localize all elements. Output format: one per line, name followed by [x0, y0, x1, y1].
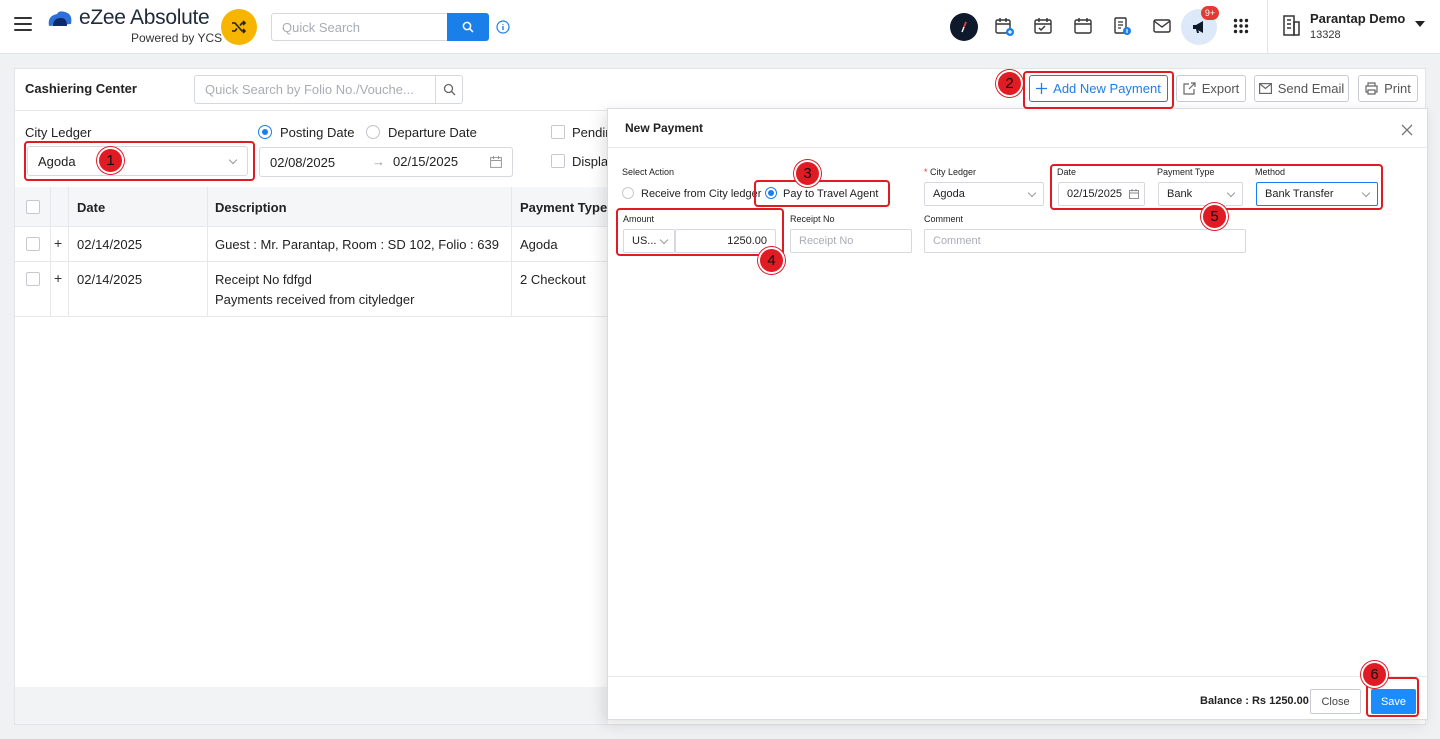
- date-to: 02/15/2025: [393, 154, 459, 169]
- row-checkbox[interactable]: [26, 237, 40, 251]
- row-date: 02/14/2025: [77, 272, 143, 287]
- send-email-button[interactable]: Send Email: [1254, 75, 1349, 102]
- shuffle-icon[interactable]: [221, 9, 257, 45]
- receipt-no-label: Receipt No: [790, 214, 835, 224]
- column-divider: [68, 187, 69, 317]
- modal-city-ledger-label: * City Ledger: [924, 167, 977, 177]
- app-logo-title: eZee Absolute: [79, 6, 210, 29]
- arrow-right-icon: →: [372, 154, 385, 169]
- app-logo-subtitle: Powered by YCS: [131, 31, 223, 45]
- invoice-icon[interactable]: [1111, 15, 1133, 37]
- step-badge-3: 3: [794, 160, 821, 187]
- modal-city-ledger-select[interactable]: Agoda: [924, 182, 1044, 206]
- hamburger-menu-icon[interactable]: [14, 17, 32, 31]
- expand-row-icon[interactable]: +: [54, 235, 62, 251]
- search-icon: [462, 21, 474, 33]
- send-email-label: Send Email: [1277, 81, 1345, 96]
- folio-search-input[interactable]: [194, 75, 436, 104]
- column-divider: [511, 187, 512, 317]
- select-action-label: Select Action: [622, 167, 675, 177]
- printer-icon: [1365, 82, 1378, 95]
- modal-title: New Payment: [625, 121, 704, 135]
- notification-badge: 9+: [1201, 6, 1219, 20]
- calendar-icon[interactable]: [1072, 15, 1094, 37]
- calendar-icon: [490, 156, 502, 168]
- mail-icon[interactable]: [1151, 15, 1173, 37]
- expand-row-icon[interactable]: +: [54, 270, 62, 286]
- posting-date-label: Posting Date: [280, 125, 355, 140]
- ezee-logo-icon: [45, 8, 75, 30]
- modal-header-divider: [608, 147, 1427, 148]
- modal-city-ledger-value: Agoda: [933, 188, 965, 200]
- departure-date-radio[interactable]: [366, 125, 380, 139]
- balance-text: Balance : Rs 1250.00: [1200, 695, 1309, 707]
- modal-footer-divider: [608, 676, 1427, 677]
- calendar-check-icon[interactable]: [1032, 15, 1054, 37]
- row-checkbox[interactable]: [26, 272, 40, 286]
- mail-icon: [1258, 83, 1272, 94]
- compass-icon[interactable]: [950, 13, 978, 41]
- search-button[interactable]: [447, 13, 489, 41]
- close-button[interactable]: Close: [1310, 689, 1361, 714]
- table-footer: [15, 687, 608, 724]
- column-date[interactable]: Date: [77, 200, 105, 215]
- step-badge-5: 5: [1201, 203, 1228, 230]
- column-divider: [207, 187, 208, 317]
- column-payment-type[interactable]: Payment Type: [520, 200, 607, 215]
- row-description-line-2: Payments received from cityledger: [215, 292, 415, 307]
- property-name: Parantap Demo: [1310, 11, 1406, 26]
- step-badge-6: 6: [1361, 661, 1388, 688]
- pending-checkbox[interactable]: [551, 125, 565, 139]
- comment-input[interactable]: [924, 229, 1246, 253]
- chevron-down-icon: [1027, 188, 1037, 198]
- receive-from-city-ledger-radio[interactable]: [622, 187, 634, 199]
- calendar-add-icon[interactable]: [993, 15, 1015, 37]
- highlight-add-new-payment: [1023, 71, 1174, 109]
- row-date: 02/14/2025: [77, 237, 143, 252]
- row-divider: [15, 316, 608, 317]
- receive-from-city-ledger-label: Receive from City ledger: [641, 188, 762, 200]
- folio-search-button[interactable]: [435, 75, 463, 104]
- row-payment-type: Agoda: [520, 237, 558, 252]
- step-badge-2: 2: [996, 70, 1023, 97]
- row-description: Guest : Mr. Parantap, Room : SD 102, Fol…: [215, 237, 499, 252]
- highlight-amount: [616, 208, 784, 256]
- export-button[interactable]: Export: [1176, 75, 1246, 102]
- quick-search-input[interactable]: [271, 13, 448, 41]
- city-ledger-label: City Ledger: [25, 125, 92, 140]
- posting-date-radio[interactable]: [258, 125, 272, 139]
- date-from: 02/08/2025: [270, 154, 336, 170]
- info-icon[interactable]: [496, 20, 510, 34]
- property-dropdown-icon[interactable]: [1415, 21, 1425, 27]
- print-label: Print: [1384, 81, 1411, 96]
- print-button[interactable]: Print: [1358, 75, 1418, 102]
- comment-label: Comment: [924, 214, 964, 224]
- row-description: Receipt No fdfgd: [215, 272, 312, 287]
- column-description[interactable]: Description: [215, 200, 287, 215]
- column-divider: [50, 187, 51, 317]
- row-payment-type: 2 Checkout: [520, 272, 586, 287]
- page-title: Cashiering Center: [25, 81, 137, 96]
- close-icon[interactable]: [1401, 124, 1413, 136]
- receipt-no-input[interactable]: [790, 229, 912, 253]
- building-icon: [1281, 14, 1301, 36]
- highlight-pay-to-travel-agent: [754, 180, 890, 207]
- top-bar: [0, 0, 1440, 54]
- step-badge-4: 4: [758, 247, 785, 274]
- select-all-checkbox[interactable]: [26, 200, 40, 214]
- topbar-divider: [1267, 0, 1268, 54]
- step-badge-1: 1: [97, 147, 124, 174]
- export-label: Export: [1201, 81, 1240, 96]
- search-icon: [443, 83, 455, 96]
- property-id: 13328: [1310, 29, 1341, 41]
- highlight-city-ledger: [24, 141, 255, 181]
- apps-grid-icon[interactable]: [1230, 15, 1252, 37]
- date-range-picker[interactable]: 02/08/2025 → 02/15/2025: [259, 147, 513, 177]
- display-checkbox[interactable]: [551, 154, 565, 168]
- row-divider: [15, 261, 608, 262]
- export-icon: [1183, 82, 1196, 95]
- display-label: Displa: [572, 154, 609, 169]
- departure-date-label: Departure Date: [388, 125, 477, 140]
- header-divider: [15, 110, 608, 111]
